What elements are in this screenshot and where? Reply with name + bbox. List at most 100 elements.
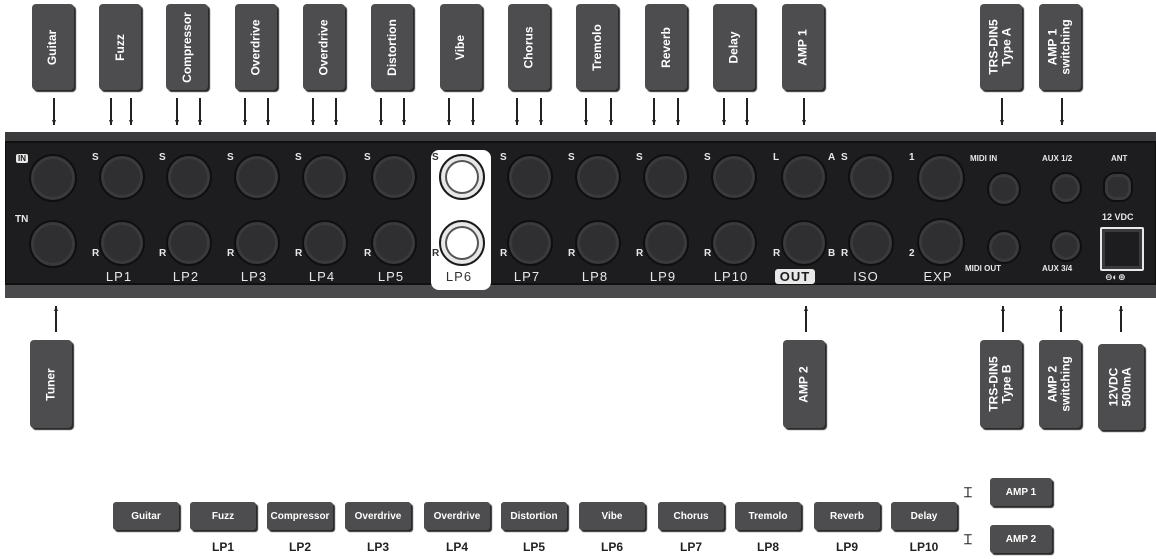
top-leader-arrow xyxy=(448,98,450,125)
return-label: R xyxy=(568,248,576,259)
top-tag: Overdrive xyxy=(235,4,277,90)
vdc-label: 12 VDC xyxy=(1102,212,1134,222)
jack-loop-return xyxy=(166,220,212,266)
out-r-label: R xyxy=(773,248,781,259)
top-tag: Overdrive xyxy=(303,4,345,90)
legend-amp2: AMP 2 xyxy=(990,525,1052,553)
loop-label: LP9 xyxy=(649,269,677,284)
top-tag: Delay xyxy=(713,4,755,90)
top-leader-arrow xyxy=(53,98,55,125)
jack-loop-send xyxy=(575,154,621,200)
jack-loop-return xyxy=(234,220,280,266)
top-tag-label: Overdrive xyxy=(248,18,263,76)
jack-amp-out-l xyxy=(781,154,827,200)
legend-loop-label: LP5 xyxy=(522,540,545,554)
tn-label: TN xyxy=(15,214,29,225)
return-label: R xyxy=(159,248,167,259)
jack-loop-return xyxy=(643,220,689,266)
legend-loop-label: LP6 xyxy=(600,540,623,554)
top-leader-arrow xyxy=(746,98,748,125)
top-leader-arrow xyxy=(585,98,587,125)
top-tag: Vibe xyxy=(440,4,482,90)
top-leader-arrow xyxy=(803,98,805,125)
legend-box: Overdrive xyxy=(424,502,490,530)
top-tag-label: AMP 1 switching xyxy=(1046,19,1073,75)
top-leader-arrow xyxy=(267,98,269,125)
loop-label: LP7 xyxy=(513,269,541,284)
top-leader-arrow xyxy=(312,98,314,125)
top-leader-arrow xyxy=(130,98,132,125)
device-rear-panel: IN TN S R LP1 S R LP2 S R LP3 S R LP4 S R LP5 S R LP6 S R LP7 S… xyxy=(4,132,1156,298)
midi-out-label: MIDI OUT xyxy=(965,264,1001,273)
bottom-tag-label: Tuner xyxy=(43,367,58,401)
out-label: OUT xyxy=(775,269,815,284)
legend-loop-label: LP2 xyxy=(288,540,311,554)
jack-loop-send xyxy=(166,154,212,200)
bottom-tag-label: 12VDC 500mA xyxy=(1106,367,1134,407)
top-tag-label: Tremolo xyxy=(589,23,604,71)
bottom-tag-label: AMP 2 xyxy=(796,365,811,403)
iso-r-label: R xyxy=(841,248,849,259)
top-tag: Compressor xyxy=(166,4,208,90)
legend-loop-label: LP1 xyxy=(211,540,234,554)
top-leader-arrow xyxy=(403,98,405,125)
bottom-leader-arrow xyxy=(1002,306,1004,332)
bottom-tag: TRS-DIN5 Type B xyxy=(980,340,1022,428)
top-leader-arrow xyxy=(199,98,201,125)
top-tag: Reverb xyxy=(645,4,687,90)
legend-amp1: AMP 1 xyxy=(990,478,1052,506)
jack-loop-send xyxy=(234,154,280,200)
jack-tuner-out xyxy=(29,220,77,268)
iso-s-label: S xyxy=(841,152,848,163)
legend-box: Tremolo xyxy=(735,502,801,530)
aux34-label: AUX 3/4 xyxy=(1042,264,1073,273)
bottom-tag: Tuner xyxy=(30,340,72,428)
top-leader-arrow xyxy=(540,98,542,125)
top-leader-arrow xyxy=(380,98,382,125)
return-label: R xyxy=(295,248,303,259)
top-leader-arrow xyxy=(653,98,655,125)
top-leader-arrow xyxy=(176,98,178,125)
jack-input xyxy=(29,154,77,202)
bottom-leader-arrow xyxy=(805,306,807,332)
jack-loop-send xyxy=(507,154,553,200)
jack-loop-return xyxy=(439,220,485,266)
legend-box: Reverb xyxy=(814,502,880,530)
jack-exp-1 xyxy=(917,154,965,202)
loop-label: LP6 xyxy=(445,269,473,284)
return-label: R xyxy=(364,248,372,259)
return-label: R xyxy=(500,248,508,259)
out-a-label: A xyxy=(828,152,836,163)
loop-label: LP5 xyxy=(377,269,405,284)
out-b-label: B xyxy=(828,248,836,259)
loop-label: LP3 xyxy=(240,269,268,284)
top-tag-label: AMP 1 xyxy=(795,28,810,66)
return-label: R xyxy=(227,248,235,259)
midi-in-label: MIDI IN xyxy=(970,154,998,163)
exp-1-label: 1 xyxy=(909,152,915,163)
jack-loop-send xyxy=(711,154,757,200)
send-label: S xyxy=(500,152,507,163)
top-tag: Chorus xyxy=(508,4,550,90)
bottom-leader-arrow xyxy=(1060,306,1062,332)
legend-box: Vibe xyxy=(579,502,645,530)
legend-box: Compressor xyxy=(267,502,333,530)
ant-label: ANT xyxy=(1111,154,1128,163)
jack-iso-s xyxy=(848,154,894,200)
legend-box: Distortion xyxy=(501,502,567,530)
jack-iso-r xyxy=(848,220,894,266)
bottom-tag: 12VDC 500mA xyxy=(1098,344,1144,430)
return-label: R xyxy=(432,248,440,259)
top-tag-label: Delay xyxy=(726,30,741,64)
bottom-leader-arrow xyxy=(55,306,57,332)
top-tag-label: TRS-DIN5 Type A xyxy=(987,19,1014,75)
jack-exp-2 xyxy=(917,218,965,266)
send-label: S xyxy=(636,152,643,163)
top-tag-label: Overdrive xyxy=(316,18,331,76)
send-label: S xyxy=(92,152,99,163)
return-label: R xyxy=(636,248,644,259)
legend-amp1-symbol: ⌶ xyxy=(963,484,973,500)
legend-loop-label: LP7 xyxy=(679,540,702,554)
top-tag-label: Fuzz xyxy=(112,33,127,61)
send-label: S xyxy=(568,152,575,163)
